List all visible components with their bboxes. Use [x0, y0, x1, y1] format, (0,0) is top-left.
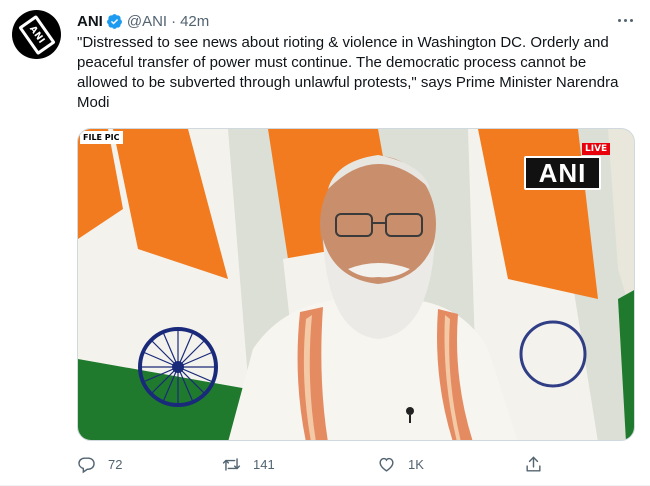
- like-button[interactable]: 1K: [377, 452, 424, 476]
- like-count: 1K: [408, 456, 424, 472]
- file-pic-label: FILE PIC: [80, 131, 123, 144]
- live-badge: LIVE: [582, 143, 611, 155]
- verified-badge-icon: [106, 13, 123, 30]
- share-icon: [526, 456, 541, 472]
- reply-icon: [78, 456, 95, 473]
- tweet-card[interactable]: ANI ANI @ANI · 42m "Distressed to see ne…: [0, 0, 650, 486]
- channel-logo: ANI: [524, 156, 601, 190]
- tweet-text: "Distressed to see news about rioting & …: [77, 34, 619, 111]
- share-button[interactable]: [524, 452, 555, 476]
- author-name[interactable]: ANI: [77, 13, 103, 30]
- flag-left: [78, 129, 253, 440]
- retweet-button[interactable]: 141: [222, 452, 275, 476]
- heart-icon: [379, 457, 394, 472]
- tweet-actions: 72 141 1K: [77, 452, 577, 476]
- author-handle[interactable]: @ANI: [127, 13, 167, 30]
- tweet-header: ANI @ANI · 42m: [77, 11, 209, 31]
- tweet-timestamp[interactable]: 42m: [180, 13, 209, 30]
- retweet-icon: [222, 457, 241, 471]
- ani-logo-icon: ANI: [17, 14, 56, 55]
- avatar[interactable]: ANI: [12, 10, 61, 59]
- reply-button[interactable]: 72: [77, 452, 122, 476]
- reply-count: 72: [108, 456, 123, 472]
- retweet-count: 141: [253, 456, 275, 472]
- separator-dot: ·: [171, 12, 177, 30]
- more-icon[interactable]: [614, 10, 636, 30]
- tweet-media-image[interactable]: FILE PIC ANI LIVE: [77, 128, 635, 441]
